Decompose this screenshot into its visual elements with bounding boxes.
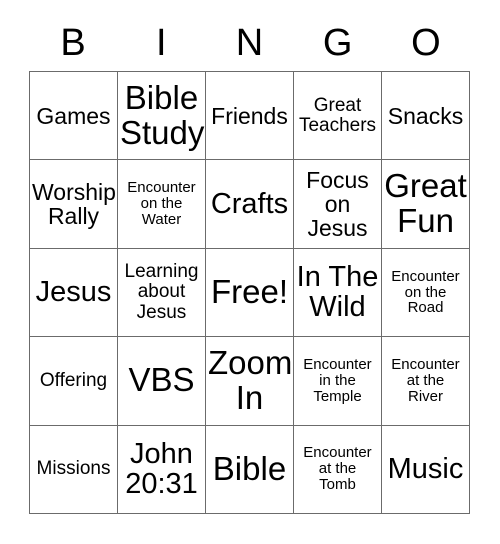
bingo-cell-label: Encounter at the River (391, 356, 460, 405)
bingo-free-space-label: Free! (210, 273, 289, 310)
bingo-cell-label: Offering (39, 369, 108, 391)
bingo-cell-label: Snacks (387, 102, 464, 129)
bingo-cell-label: Focus on Jesus (306, 166, 369, 242)
bingo-cell-label: Jesus (35, 276, 112, 309)
bingo-cell-r2c5[interactable]: Great Fun (382, 160, 470, 249)
bingo-cell-r2c4[interactable]: Focus on Jesus (294, 160, 382, 249)
bingo-cell-label: John 20:31 (125, 437, 198, 501)
bingo-cell-r3c2[interactable]: Learning about Jesus (118, 248, 206, 338)
bingo-header-row: B I N G O (29, 14, 470, 71)
bingo-cell-label: Encounter on the Water (127, 179, 196, 229)
bingo-cell-label: In The Wild (296, 260, 379, 324)
bingo-cell-r5c4[interactable]: Encounter at the Tomb (294, 425, 382, 514)
bingo-header-letter-i: I (156, 21, 167, 64)
bingo-cell-r1c2[interactable]: Bible Study (118, 72, 206, 161)
bingo-cell-r1c3[interactable]: Friends (206, 72, 294, 161)
bingo-cell-r3c4[interactable]: In The Wild (294, 248, 382, 338)
bingo-cell-r2c1[interactable]: Worship Rally (30, 160, 118, 249)
bingo-cell-r4c4[interactable]: Encounter in the Temple (294, 337, 382, 426)
bingo-cell-r4c1[interactable]: Offering (30, 337, 118, 426)
bingo-cell-label: Worship Rally (32, 178, 116, 230)
bingo-header-letter-n: N (235, 21, 264, 64)
bingo-cell-r1c5[interactable]: Snacks (382, 72, 470, 161)
bingo-cell-label: Games (36, 102, 111, 129)
bingo-cell-label: Encounter in the Temple (303, 356, 372, 405)
bingo-cell-r1c4[interactable]: Great Teachers (294, 72, 382, 161)
bingo-cell-label: Encounter on the Road (391, 267, 460, 317)
bingo-cell-r4c2[interactable]: VBS (118, 337, 206, 426)
bingo-cell-r5c1[interactable]: Missions (30, 425, 118, 514)
bingo-card: B I N G O Games Bible Study Friends Grea… (0, 0, 500, 544)
bingo-cell-label: Friends (211, 102, 288, 129)
bingo-cell-label: Missions (36, 458, 111, 480)
bingo-cell-r5c5[interactable]: Music (382, 425, 470, 514)
bingo-cell-free-space[interactable]: Free! (206, 248, 294, 338)
bingo-cell-r5c2[interactable]: John 20:31 (118, 425, 206, 514)
bingo-cell-label: Zoom In (208, 343, 293, 416)
bingo-cell-label: Bible (212, 449, 287, 487)
bingo-cell-label: Great Teachers (298, 94, 377, 136)
bingo-header-letter-o: O (411, 21, 441, 64)
bingo-cell-label: Great Fun (384, 167, 467, 240)
bingo-grid: Games Bible Study Friends Great Teachers… (29, 71, 470, 514)
bingo-cell-label: Encounter at the Tomb (303, 444, 372, 494)
bingo-cell-label: VBS (128, 361, 195, 399)
bingo-cell-label: Crafts (210, 187, 289, 220)
bingo-cell-label: Music (387, 452, 464, 485)
bingo-cell-r4c5[interactable]: Encounter at the River (382, 337, 470, 426)
bingo-cell-r2c2[interactable]: Encounter on the Water (118, 160, 206, 249)
bingo-cell-r4c3[interactable]: Zoom In (206, 337, 294, 426)
bingo-cell-r2c3[interactable]: Crafts (206, 160, 294, 249)
bingo-cell-r3c5[interactable]: Encounter on the Road (382, 248, 470, 338)
bingo-cell-label: Learning about Jesus (124, 261, 199, 323)
bingo-cell-r5c3[interactable]: Bible (206, 425, 294, 514)
bingo-cell-label: Bible Study (120, 78, 205, 151)
bingo-cell-r3c1[interactable]: Jesus (30, 248, 118, 338)
bingo-cell-r1c1[interactable]: Games (30, 72, 118, 161)
bingo-header-letter-b: B (60, 21, 86, 64)
bingo-header-letter-g: G (322, 21, 353, 64)
